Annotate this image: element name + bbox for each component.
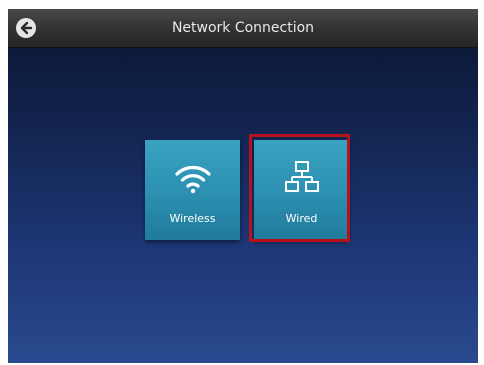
back-button[interactable] <box>16 18 36 38</box>
wireless-label: Wireless <box>169 212 216 225</box>
wired-option-button[interactable]: Wired <box>254 140 349 240</box>
wireless-option-button[interactable]: Wireless <box>145 140 240 240</box>
wired-network-icon <box>254 160 349 200</box>
title-bar: Network Connection <box>8 9 478 48</box>
page-title: Network Connection <box>171 20 315 36</box>
wired-label: Wired <box>285 212 318 225</box>
wifi-icon <box>145 160 240 200</box>
network-connection-screen: Network Connection Wireless Wired <box>8 9 478 363</box>
back-arrow-icon <box>20 21 33 35</box>
